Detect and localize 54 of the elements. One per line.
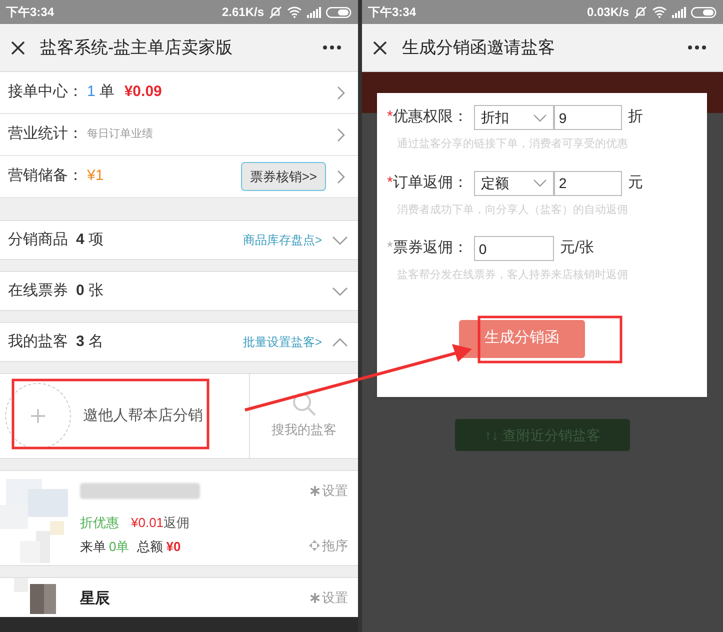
section-header[interactable]: 在线票券 0 张 <box>0 271 358 311</box>
order-amount: ¥0.09 <box>124 82 162 102</box>
status-time: 下午3:34 <box>6 4 54 21</box>
orders-count: 0单 <box>109 538 130 556</box>
row-hint: 每日订单业绩 <box>87 127 153 142</box>
type-select[interactable]: 折扣 <box>474 105 554 130</box>
total-amount: ¥0 <box>166 538 181 556</box>
unit-label: 折 <box>628 107 643 128</box>
section-count: 3 <box>76 332 84 352</box>
menu-row[interactable]: 营业统计： 每日订单业绩 <box>0 114 358 156</box>
field-label: 票券返佣： <box>392 238 468 258</box>
invite-button[interactable]: 邀他人帮本店分销 <box>0 374 250 458</box>
value-input[interactable]: 9 <box>554 105 622 130</box>
orders-label: 来单 <box>80 538 106 556</box>
section-count: 4 <box>76 230 84 250</box>
field-label: 订单返佣： <box>392 172 468 193</box>
row-label: 营业统计： <box>8 124 83 144</box>
menu-row[interactable]: 营销储备： ¥1 票券核销>> <box>0 156 358 198</box>
reserve-amount: ¥1 <box>87 166 104 186</box>
row-label: 营销储备： <box>8 166 83 186</box>
required-marker: * <box>387 238 393 258</box>
section-header[interactable]: 我的盐客 3 名 批量设置盐客> <box>0 322 358 362</box>
section-unit: 张 <box>88 280 104 301</box>
unit-label: 元 <box>628 172 643 193</box>
section-count: 0 <box>76 280 84 301</box>
commission-amount: ¥0.01 <box>131 514 164 532</box>
section-unit: 名 <box>88 332 104 352</box>
status-time: 下午3:34 <box>368 4 416 21</box>
window-title: 盐客系统-盐主单店卖家版 <box>40 36 234 59</box>
section-label: 分销商品 <box>8 230 68 250</box>
section-label: 我的盐客 <box>8 332 68 352</box>
section-unit: 项 <box>88 230 104 250</box>
required-marker: * <box>387 172 393 193</box>
network-speed: 0.03K/s <box>586 4 629 21</box>
row-label: 接单中心： <box>8 82 83 102</box>
agent-name: 星辰 <box>78 589 111 609</box>
value-input[interactable]: 0 <box>474 236 554 261</box>
value-input[interactable]: 2 <box>554 170 622 196</box>
section-label: 在线票券 <box>8 280 68 301</box>
discount-text: 折优惠 <box>80 514 119 532</box>
type-select[interactable]: 定额 <box>474 170 554 196</box>
total-label: 总额 <box>137 538 164 556</box>
field-label: 优惠权限： <box>392 107 468 128</box>
agent-card[interactable]: 星辰 设置 <box>0 577 358 617</box>
network-speed: 2.61K/s <box>222 4 264 21</box>
section-header[interactable]: 分销商品 4 项 商品库存盘点> <box>0 220 358 260</box>
verify-coupon-button[interactable]: 票券核销>> <box>240 162 326 191</box>
commission-label: 返佣 <box>164 514 190 532</box>
required-marker: * <box>387 107 393 128</box>
unit-label: 元/张 <box>560 238 594 258</box>
order-count: 1 <box>87 82 96 102</box>
menu-row[interactable]: 接单中心： 1 单 ¥0.09 <box>0 72 358 114</box>
order-unit: 单 <box>99 82 114 102</box>
window-title: 生成分销函邀请盐客 <box>402 36 556 59</box>
